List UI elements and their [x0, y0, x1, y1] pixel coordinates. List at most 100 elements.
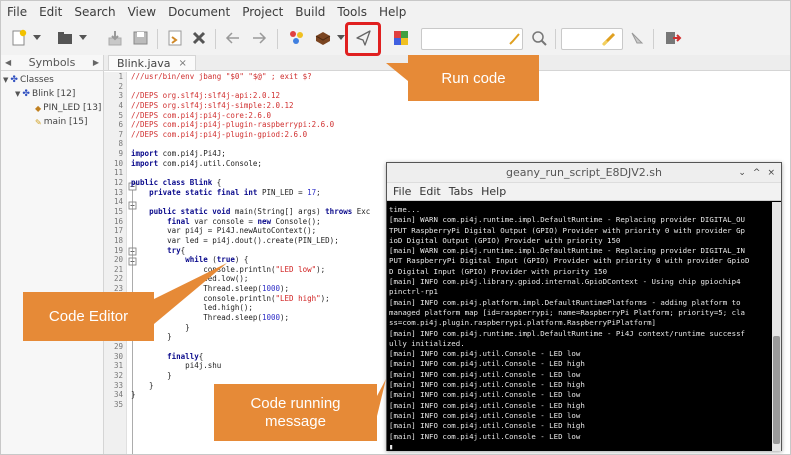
tab-blink-java[interactable]: Blink.java ×: [108, 55, 196, 70]
back-icon[interactable]: [221, 26, 245, 50]
sidebar: ◀ Symbols ▶ ▼ ✤ Classes ▼ ✤ Blink [12] ◆…: [1, 55, 104, 454]
save-all-icon[interactable]: [129, 26, 153, 50]
color-chooser-icon[interactable]: [389, 26, 413, 50]
terminal-scrollbar[interactable]: [772, 202, 781, 451]
menu-project[interactable]: Project: [236, 1, 289, 23]
code-line: //DEPS com.pi4j:pi4j-plugin-gpiod:2.6.0: [131, 130, 771, 140]
minimize-icon[interactable]: ⌄: [738, 168, 746, 178]
tree-item-blink[interactable]: ▼ ✤ Blink [12]: [1, 87, 103, 101]
line-number: 6: [118, 120, 123, 130]
code-token: }: [131, 380, 154, 390]
close-window-icon[interactable]: ×: [767, 168, 775, 178]
line-number: 15: [113, 206, 123, 216]
terminal-line: [main] WARN com.pi4j.runtime.impl.Defaul…: [389, 215, 745, 225]
code-token: //DEPS com.pi4j:pi4j-core:2.6.0: [131, 110, 271, 120]
code-token: 1000: [261, 284, 281, 294]
terminal-menu-file[interactable]: File: [389, 185, 415, 198]
line-number: 21: [113, 264, 123, 274]
code-token: //DEPS org.slf4j:slf4j-simple:2.0.12: [131, 100, 294, 110]
open-file-icon[interactable]: [53, 26, 77, 50]
line-number: 11: [113, 168, 123, 178]
method-icon: ✎: [35, 117, 42, 127]
terminal-menubar: File Edit Tabs Help: [387, 183, 781, 201]
menu-edit[interactable]: Edit: [33, 1, 68, 23]
new-dropdown-icon[interactable]: [31, 26, 43, 50]
expander-icon[interactable]: ▼: [15, 90, 20, 98]
tree-item-classes[interactable]: ▼ ✤ Classes: [1, 73, 103, 87]
callout-code-running-message: Code running message: [214, 384, 377, 441]
terminal-line: PUT RaspberryPi Digital Input (GPIO) Pro…: [389, 256, 750, 266]
callout-run-code: Run code: [408, 55, 539, 101]
menu-tools[interactable]: Tools: [331, 1, 373, 23]
menu-document[interactable]: Document: [162, 1, 236, 23]
line-number: 16: [113, 216, 123, 226]
code-token: 1000: [261, 313, 281, 323]
terminal-line: managed platform map [id=raspberrypi; na…: [389, 307, 745, 317]
terminal-menu-help[interactable]: Help: [477, 185, 510, 198]
compile-icon[interactable]: [285, 26, 309, 50]
terminal-menu-tabs[interactable]: Tabs: [445, 185, 477, 198]
terminal-titlebar[interactable]: geany_run_script_E8DJV2.sh ⌄ ^ ×: [387, 163, 781, 183]
code-token: import: [131, 158, 159, 168]
build-icon[interactable]: [311, 26, 335, 50]
code-token: private static final int: [149, 187, 258, 197]
code-token: pi4j.shu: [131, 361, 222, 371]
code-line: //DEPS org.slf4j:slf4j-simple:2.0.12: [131, 101, 771, 111]
line-number: 14: [113, 197, 123, 207]
code-token: var console =: [189, 216, 258, 226]
close-icon[interactable]: [187, 26, 211, 50]
jump-icon[interactable]: [625, 26, 649, 50]
tab-prev-icon[interactable]: ◀: [1, 58, 15, 67]
tab-next-icon[interactable]: ▶: [89, 58, 103, 67]
save-icon[interactable]: [103, 26, 127, 50]
brush-icon[interactable]: [506, 27, 522, 51]
maximize-icon[interactable]: ^: [753, 168, 761, 178]
new-file-icon[interactable]: [7, 26, 31, 50]
tree-item-main[interactable]: ✎ main [15]: [1, 115, 103, 129]
tab-symbols[interactable]: Symbols: [15, 56, 89, 69]
menu-help[interactable]: Help: [373, 1, 412, 23]
code-token: true: [216, 255, 235, 265]
line-number: 8: [118, 139, 123, 149]
terminal-line: [main] INFO com.pi4j.util.Console - LED …: [389, 410, 581, 420]
code-token: ) {: [234, 255, 249, 265]
line-number: 9: [118, 149, 123, 159]
geany-window: File Edit Search View Document Project B…: [0, 0, 791, 455]
terminal-title: geany_run_script_E8DJV2.sh: [506, 166, 662, 179]
terminal-line: [main] INFO com.pi4j.util.Console - LED …: [389, 421, 585, 431]
code-token: {: [212, 178, 222, 188]
scrollbar-thumb[interactable]: [773, 336, 780, 444]
menu-file[interactable]: File: [1, 1, 33, 23]
revert-icon[interactable]: [163, 26, 187, 50]
code-token: main(String[] args): [230, 206, 326, 216]
menu-search[interactable]: Search: [68, 1, 121, 23]
toolbar: [1, 23, 790, 55]
terminal-output[interactable]: time... [main] WARN com.pi4j.runtime.impl…: [387, 202, 773, 451]
terminal-menu-edit[interactable]: Edit: [415, 185, 444, 198]
code-token: PIN_LED =: [257, 187, 308, 197]
menu-view[interactable]: View: [122, 1, 162, 23]
forward-icon[interactable]: [247, 26, 271, 50]
line-number: 29: [113, 341, 123, 351]
open-dropdown-icon[interactable]: [77, 26, 89, 50]
expander-icon[interactable]: ▼: [3, 76, 8, 84]
code-token: try: [167, 245, 181, 255]
tree-item-label: PIN_LED [13]: [43, 103, 102, 113]
menu-build[interactable]: Build: [289, 1, 331, 23]
quit-icon[interactable]: [661, 26, 685, 50]
code-token: 17: [307, 187, 317, 197]
line-number: 2: [118, 81, 123, 91]
tab-close-icon[interactable]: ×: [179, 58, 187, 69]
terminal-line: [main] INFO com.pi4j.runtime.impl.Defaul…: [389, 328, 745, 338]
terminal-line: [main] INFO com.pi4j.util.Console - LED …: [389, 431, 581, 441]
terminal-line: ▮: [389, 441, 394, 451]
search-icon[interactable]: [527, 26, 551, 50]
menubar: File Edit Search View Document Project B…: [1, 1, 790, 23]
tree-item-pin-led[interactable]: ◆ PIN_LED [13]: [1, 101, 103, 115]
clear-icon[interactable]: [599, 27, 619, 51]
code-token: }: [131, 370, 172, 380]
line-number: 7: [118, 129, 123, 139]
